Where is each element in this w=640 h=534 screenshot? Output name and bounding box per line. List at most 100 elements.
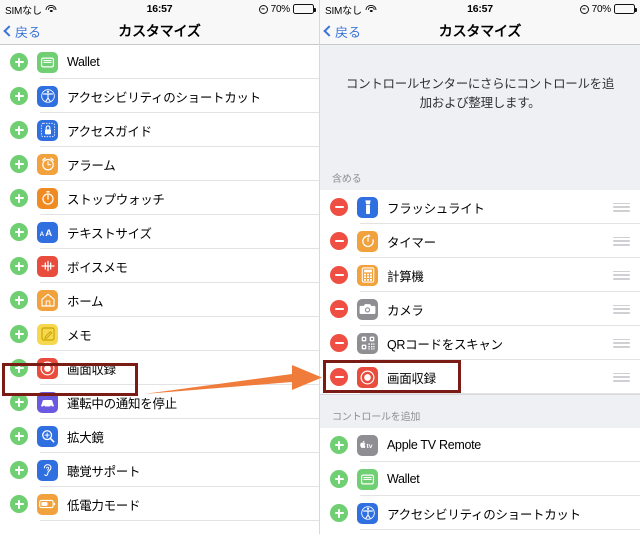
list-item[interactable]: QRコードをスキャン: [320, 326, 640, 360]
remove-control-button[interactable]: [330, 368, 348, 386]
list-item-label: Apple TV Remote: [387, 438, 481, 452]
calculator-icon: [357, 264, 378, 286]
more-control-list: tv Apple TV Remote Wallet アクセシビリティのショートカット: [320, 428, 640, 530]
list-item[interactable]: tv Apple TV Remote: [320, 428, 640, 462]
battery-icon: [614, 4, 637, 14]
list-item-label: 計算機: [387, 269, 424, 284]
remove-control-button[interactable]: [330, 198, 348, 216]
drag-handle-icon[interactable]: [613, 372, 630, 382]
list-item[interactable]: ボイスメモ: [0, 249, 319, 283]
list-item[interactable]: ストップウォッチ: [0, 181, 319, 215]
list-item-label: 拡大鏡: [67, 430, 104, 445]
voice-memo-icon: [37, 255, 58, 277]
list-item-label: 運転中の通知を停止: [67, 396, 177, 411]
add-control-button[interactable]: [10, 393, 28, 411]
svg-text:A: A: [40, 230, 45, 237]
add-control-button[interactable]: [10, 121, 28, 139]
back-button[interactable]: 戻る: [0, 22, 41, 41]
list-item[interactable]: 拡大鏡: [0, 419, 319, 453]
list-item[interactable]: 低電力モード: [0, 487, 319, 521]
list-item-label: タイマー: [387, 235, 436, 250]
list-item-label: 聴覚サポート: [67, 464, 141, 479]
intro-description-area: コントロールセンターにさらにコントロールを追加および整理します。: [320, 45, 640, 163]
add-control-button[interactable]: [10, 223, 28, 241]
add-control-button[interactable]: [10, 427, 28, 445]
drag-handle-icon[interactable]: [613, 236, 630, 246]
qr-code-icon: [357, 332, 378, 354]
add-control-button[interactable]: [330, 436, 348, 454]
page-title: カスタマイズ: [118, 23, 201, 39]
add-control-button[interactable]: [10, 325, 28, 343]
list-item[interactable]: 画面収録: [320, 360, 640, 394]
drag-handle-icon[interactable]: [613, 304, 630, 314]
stopwatch-icon: [37, 187, 58, 209]
remove-control-button[interactable]: [330, 232, 348, 250]
list-item-label: ストップウォッチ: [67, 192, 165, 207]
add-control-button[interactable]: [10, 495, 28, 513]
add-control-button[interactable]: [330, 470, 348, 488]
list-item[interactable]: メモ: [0, 317, 319, 351]
list-item[interactable]: Wallet: [320, 462, 640, 496]
comparison-screenshot: SIMなし 16:57 70% 戻る カスタマイズ Wallet アクセシビリティ…: [0, 0, 640, 534]
list-item[interactable]: 運転中の通知を停止: [0, 385, 319, 419]
list-item-label: カメラ: [387, 303, 424, 318]
list-item[interactable]: 計算機: [320, 258, 640, 292]
status-bar-right-group: 70%: [258, 4, 316, 15]
list-item[interactable]: アクセシビリティのショートカット: [0, 79, 319, 113]
back-button[interactable]: 戻る: [320, 22, 361, 41]
drag-handle-icon[interactable]: [613, 270, 630, 280]
description-text: コントロールセンターにさらにコントロールを追加および整理します。: [345, 77, 615, 111]
add-control-button[interactable]: [10, 87, 28, 105]
home-icon: [37, 289, 58, 311]
battery-icon: [293, 4, 316, 14]
left-phone-screen: SIMなし 16:57 70% 戻る カスタマイズ Wallet アクセシビリティ…: [0, 0, 320, 534]
hearing-icon: [37, 459, 58, 481]
wallet-icon: [37, 51, 58, 73]
list-item[interactable]: アクセスガイド: [0, 113, 319, 147]
list-item[interactable]: Wallet: [0, 45, 319, 79]
list-item[interactable]: フラッシュライト: [320, 190, 640, 224]
list-item-label: ボイスメモ: [67, 260, 128, 275]
status-bar-right: SIMなし 16:57 70%: [320, 0, 640, 18]
wallet-icon: [357, 468, 378, 490]
list-item-label: アクセシビリティのショートカット: [67, 90, 261, 105]
back-button-label: 戻る: [15, 24, 42, 40]
list-item[interactable]: A A テキストサイズ: [0, 215, 319, 249]
camera-icon: [357, 298, 378, 320]
add-control-button[interactable]: [10, 461, 28, 479]
add-control-button[interactable]: [10, 189, 28, 207]
add-control-button[interactable]: [10, 291, 28, 309]
add-control-button[interactable]: [10, 155, 28, 173]
drag-handle-icon[interactable]: [613, 338, 630, 348]
flashlight-icon: [357, 196, 378, 218]
remove-control-button[interactable]: [330, 334, 348, 352]
list-item[interactable]: ホーム: [0, 283, 319, 317]
add-control-button[interactable]: [10, 53, 28, 71]
list-item-label: アラーム: [67, 158, 116, 173]
list-item[interactable]: 画面収録: [0, 351, 319, 385]
add-control-button[interactable]: [10, 257, 28, 275]
remove-control-button[interactable]: [330, 300, 348, 318]
list-item-label: メモ: [67, 328, 92, 343]
notes-icon: [37, 323, 58, 345]
text-size-icon: AA: [37, 221, 58, 243]
list-item-label: ホーム: [67, 294, 104, 309]
add-control-button[interactable]: [10, 359, 28, 377]
list-item[interactable]: アクセシビリティのショートカット: [320, 496, 640, 530]
drag-handle-icon[interactable]: [613, 202, 630, 212]
alarm-clock-icon: [37, 153, 58, 175]
low-power-battery-icon: [37, 493, 58, 515]
list-item-label: Wallet: [67, 55, 100, 69]
alarm-icon: [579, 4, 589, 14]
add-control-button[interactable]: [330, 504, 348, 522]
list-item[interactable]: アラーム: [0, 147, 319, 181]
list-item[interactable]: 聴覚サポート: [0, 453, 319, 487]
list-item[interactable]: タイマー: [320, 224, 640, 258]
navigation-bar-left: 戻る カスタマイズ: [0, 18, 319, 45]
apple-tv-icon: tv: [357, 434, 378, 456]
right-phone-screen: SIMなし 16:57 70% 戻る カスタマイズ コントロールセンターにさらに…: [320, 0, 640, 534]
list-item-label: フラッシュライト: [387, 201, 485, 216]
list-item-label: テキストサイズ: [67, 226, 152, 241]
list-item[interactable]: カメラ: [320, 292, 640, 326]
remove-control-button[interactable]: [330, 266, 348, 284]
